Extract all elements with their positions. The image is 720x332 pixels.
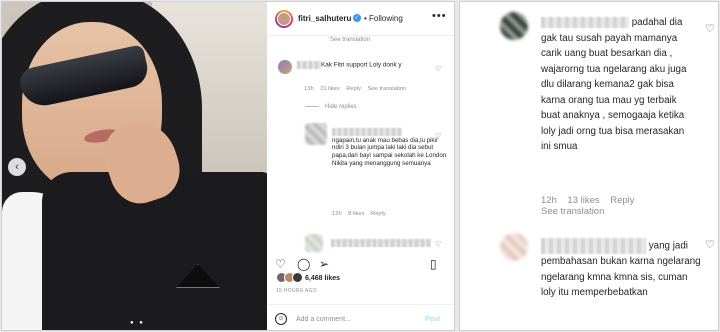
comment-text: padahal dia gak tau susah payah mamanya …	[541, 15, 693, 155]
post-sidebar: fitri_salhuteru ✓ • Following ••• See tr…	[267, 2, 454, 330]
avatar	[292, 272, 303, 283]
following-label: Following	[369, 14, 403, 23]
comment-meta: 12h 13 likes Reply See translation	[541, 195, 635, 217]
bookmark-icon[interactable]: ▯	[430, 257, 437, 271]
heart-icon[interactable]: ♡	[435, 132, 441, 140]
comment-text	[331, 239, 431, 247]
hide-replies-button[interactable]: Hide replies	[305, 104, 357, 110]
blurred-username	[541, 238, 646, 254]
avatar[interactable]	[275, 10, 293, 28]
comment-time: 13h	[304, 86, 314, 92]
comment-body: Kak Fitri support Loly donk y	[321, 61, 402, 69]
blurred-username	[332, 128, 402, 136]
see-translation-link[interactable]: See translation	[330, 37, 370, 43]
carousel-arrow-icon[interactable]: ‹	[8, 158, 26, 176]
emoji-icon[interactable]: ☺	[275, 313, 287, 325]
post-header: fitri_salhuteru ✓ • Following •••	[267, 2, 454, 36]
avatar[interactable]	[305, 123, 327, 145]
more-options-icon[interactable]: •••	[432, 10, 447, 22]
blurred-username	[297, 61, 321, 69]
following-button[interactable]: • Following	[364, 14, 403, 23]
comment-text: ngapain,tu anak mau bebas dia,lu pikir n…	[332, 128, 447, 168]
username[interactable]: fitri_salhuteru	[298, 14, 351, 23]
heart-icon[interactable]: ♡	[435, 240, 441, 248]
comment-time: 12h	[541, 195, 557, 206]
heart-icon[interactable]: ♡	[705, 238, 715, 251]
comment-meta: 13h 31 likes Reply See translation	[304, 86, 406, 92]
instagram-post-panel: ‹ ● ● fitri_salhuteru ✓ • Following ••• …	[1, 1, 455, 331]
avatar[interactable]	[305, 234, 323, 252]
comment-body: ngapain,tu anak mau bebas dia,lu pikir n…	[332, 136, 447, 168]
comment-meta: 12h 8 likes Reply	[332, 211, 386, 217]
comment-composer: ☺ Add a comment... Post	[267, 304, 454, 330]
reply-button[interactable]: Reply	[371, 211, 386, 217]
post-timestamp: 15 HOURS AGO	[276, 288, 317, 294]
comment-time: 12h	[332, 211, 342, 217]
avatar[interactable]	[500, 12, 528, 40]
comment-likes[interactable]: 13 likes	[567, 195, 599, 206]
zoomed-comments-panel: padahal dia gak tau susah payah mamanya …	[459, 1, 719, 331]
avatar[interactable]	[278, 60, 292, 74]
post-photo[interactable]: ‹ ● ●	[2, 2, 267, 330]
reply-button[interactable]: Reply	[610, 195, 634, 206]
comment-likes[interactable]: 31 likes	[320, 86, 340, 92]
reply-button[interactable]: Reply	[346, 86, 361, 92]
screenshot-collage: ‹ ● ● fitri_salhuteru ✓ • Following ••• …	[0, 0, 720, 332]
heart-icon[interactable]: ♡	[705, 22, 715, 35]
hide-replies-label: Hide replies	[325, 104, 357, 110]
heart-icon[interactable]: ♡	[275, 257, 286, 271]
comment-text: yang jadi pembahasan bukan karna ngelara…	[541, 238, 701, 301]
carousel-dots: ● ●	[130, 320, 145, 326]
comment-likes[interactable]: 8 likes	[348, 211, 364, 217]
verified-icon: ✓	[353, 14, 361, 22]
likes-count[interactable]: 6,468 likes	[305, 275, 340, 282]
see-translation-link[interactable]: See translation	[368, 86, 407, 92]
comment-text: Kak Fitri support Loly donk y	[297, 61, 432, 70]
comment-input[interactable]: Add a comment...	[296, 316, 351, 323]
blurred-text	[331, 239, 431, 247]
comment-body: padahal dia gak tau susah payah mamanya …	[541, 17, 687, 152]
see-translation-link[interactable]: See translation	[541, 206, 604, 217]
share-icon[interactable]: ➢	[319, 257, 329, 271]
heart-icon[interactable]: ♡	[435, 65, 441, 73]
comment-icon[interactable]: ◯	[297, 257, 310, 271]
avatar[interactable]	[500, 233, 528, 261]
post-button[interactable]: Post	[425, 316, 440, 323]
blurred-username	[541, 16, 629, 28]
